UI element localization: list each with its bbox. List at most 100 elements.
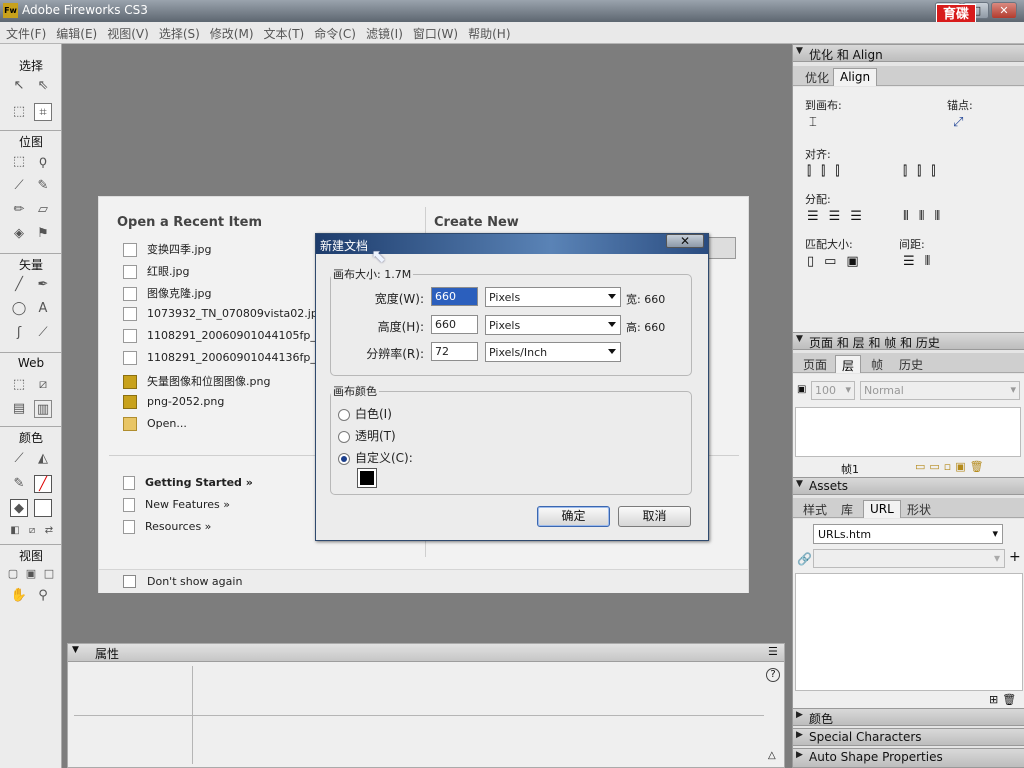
hide-slices-icon[interactable]: ▤ xyxy=(10,400,28,418)
auto-shape-panel-header[interactable]: Auto Shape Properties xyxy=(793,748,1024,768)
help-icon[interactable]: ? xyxy=(766,668,780,682)
distribute-vertical-icons[interactable]: ☰☰☰ xyxy=(807,209,872,224)
width-unit-select[interactable]: Pixels xyxy=(485,287,621,307)
resolution-unit-select[interactable]: Pixels/Inch xyxy=(485,342,621,362)
hotspot-tool-icon[interactable]: ⬚ xyxy=(10,376,28,394)
pointer-tool-icon[interactable]: ↖ xyxy=(10,77,28,95)
recent-item[interactable]: 1108291_20060901044105fp_829 xyxy=(123,329,337,343)
match-size-icons[interactable]: ▯▭▣ xyxy=(807,254,869,269)
menu-edit[interactable]: 编辑(E) xyxy=(51,22,102,42)
slice-tool-icon[interactable]: ⧄ xyxy=(34,376,52,394)
radio-white[interactable]: 白色(I) xyxy=(338,405,392,422)
menu-filters[interactable]: 滤镜(I) xyxy=(361,22,408,42)
getting-started-link[interactable]: Getting Started » xyxy=(123,476,253,490)
url-list[interactable] xyxy=(795,573,1023,691)
full-screen-menus-icon[interactable]: ▣ xyxy=(22,565,40,583)
tab-frames[interactable]: 帧 xyxy=(865,355,889,373)
layers-panel-header[interactable]: 页面 和 层 和 帧 和 历史 xyxy=(793,332,1024,350)
lasso-tool-icon[interactable]: ϙ xyxy=(34,153,52,171)
resources-link[interactable]: Resources » xyxy=(123,520,211,534)
radio-custom[interactable]: 自定义(C): xyxy=(338,449,413,466)
menu-select[interactable]: 选择(S) xyxy=(154,22,205,42)
menu-window[interactable]: 窗口(W) xyxy=(408,22,463,42)
paint-bucket-icon[interactable]: ◭ xyxy=(34,450,52,468)
custom-color-swatch[interactable] xyxy=(357,468,377,488)
marquee-tool-icon[interactable]: ⬚ xyxy=(10,153,28,171)
pen-tool-icon[interactable]: ✒ xyxy=(34,276,52,294)
recent-item[interactable]: 红眼.jpg xyxy=(123,263,190,279)
layers-list[interactable] xyxy=(795,407,1021,457)
url-library-select[interactable]: URLs.htm ▾ xyxy=(813,524,1003,544)
special-characters-panel-header[interactable]: Special Characters xyxy=(793,728,1024,746)
url-link-icon[interactable]: 🔗 xyxy=(797,552,812,566)
properties-title-bar[interactable]: ▼ 属性 ☰ xyxy=(68,644,784,662)
menu-file[interactable]: 文件(F) xyxy=(1,22,51,42)
height-input[interactable]: 660 xyxy=(431,315,478,334)
recent-item[interactable]: 1108291_20060901044136fp_829 xyxy=(123,351,337,365)
pencil-tool-icon[interactable]: ✏ xyxy=(10,201,28,219)
spacing-icons[interactable]: ☰⦀ xyxy=(903,254,940,269)
tab-optimize[interactable]: 优化 xyxy=(799,68,835,86)
line-tool-icon[interactable]: ╱ xyxy=(10,276,28,294)
brush-tool-icon[interactable]: ✎ xyxy=(34,177,52,195)
tab-history[interactable]: 历史 xyxy=(893,355,929,373)
menu-modify[interactable]: 修改(M) xyxy=(205,22,259,42)
tab-layers[interactable]: 层 xyxy=(835,355,862,373)
close-window-button[interactable]: ✕ xyxy=(991,2,1017,19)
no-stroke-fill-icon[interactable]: ⧄ xyxy=(23,522,41,540)
opacity-field[interactable]: 100 ▾ xyxy=(811,381,855,400)
hand-tool-icon[interactable]: ✋ xyxy=(10,587,28,605)
add-url-icon[interactable]: + xyxy=(1009,549,1021,565)
menu-help[interactable]: 帮助(H) xyxy=(463,22,515,42)
distribute-horizontal-icons[interactable]: ⦀⦀⦀ xyxy=(903,209,950,224)
recent-item[interactable]: 1073932_TN_070809vista02.jpg xyxy=(123,307,325,321)
colors-panel-header[interactable]: 颜色 xyxy=(793,708,1024,726)
show-slices-icon[interactable]: ▥ xyxy=(34,400,52,418)
menu-text[interactable]: 文本(T) xyxy=(259,22,310,42)
recent-item[interactable]: 变换四季.jpg xyxy=(123,241,212,257)
default-colors-icon[interactable]: ◧ xyxy=(6,522,24,540)
knife-tool-icon[interactable]: ⟋ xyxy=(34,324,52,342)
zoom-tool-icon[interactable]: ⚲ xyxy=(34,587,52,605)
tab-styles[interactable]: 样式 xyxy=(797,500,833,518)
text-tool-icon[interactable]: A xyxy=(34,300,52,318)
tab-library[interactable]: 库 xyxy=(835,500,859,518)
full-screen-icon[interactable]: □ xyxy=(40,565,58,583)
ellipse-tool-icon[interactable]: ◯ xyxy=(10,300,28,318)
ok-button[interactable]: 确定 xyxy=(537,506,610,527)
tab-align[interactable]: Align xyxy=(833,68,878,86)
url-action-icons[interactable]: ⊞🗑 xyxy=(989,693,1020,706)
url-input[interactable]: ▾ xyxy=(813,549,1005,568)
recent-item[interactable]: 图像克隆.jpg xyxy=(123,285,212,301)
scale-tool-icon[interactable]: ⬚ xyxy=(10,103,28,121)
to-canvas-icon[interactable]: ⌶ xyxy=(809,115,817,130)
new-features-link[interactable]: New Features » xyxy=(123,498,230,512)
crop-tool-icon[interactable]: ⌗ xyxy=(34,103,52,121)
fill-color-swatch[interactable] xyxy=(34,499,52,517)
menu-view[interactable]: 视图(V) xyxy=(102,22,154,42)
dialog-close-button[interactable]: ✕ xyxy=(666,234,704,248)
freeform-tool-icon[interactable]: ʃ xyxy=(10,324,28,342)
layer-action-icons[interactable]: ▭▭▫▣🗑 xyxy=(915,460,988,473)
expand-panel-icon[interactable]: △ xyxy=(768,750,776,761)
menu-commands[interactable]: 命令(C) xyxy=(309,22,361,42)
eyedropper-tool-icon[interactable]: ⟋ xyxy=(10,450,28,468)
eraser-tool-icon[interactable]: ▱ xyxy=(34,201,52,219)
width-input[interactable]: 660 xyxy=(431,287,478,306)
tab-pages[interactable]: 页面 xyxy=(797,355,833,373)
open-link[interactable]: Open... xyxy=(123,417,187,431)
subselect-tool-icon[interactable]: ⇖ xyxy=(34,77,52,95)
assets-panel-header[interactable]: Assets xyxy=(793,477,1024,495)
panel-options-icon[interactable]: ☰ xyxy=(768,645,778,658)
height-unit-select[interactable]: Pixels xyxy=(485,315,621,335)
standard-screen-icon[interactable]: ▢ xyxy=(4,565,22,583)
current-frame[interactable]: 帧1 xyxy=(841,461,859,477)
fill-color-icon[interactable]: ◆ xyxy=(10,499,28,517)
resolution-input[interactable]: 72 xyxy=(431,342,478,361)
stroke-color-icon[interactable]: ✎ xyxy=(10,475,28,493)
tab-url[interactable]: URL xyxy=(863,500,901,518)
recent-item[interactable]: 矢量图像和位图图像.png xyxy=(123,373,270,389)
magic-wand-icon[interactable]: ⟋ xyxy=(10,177,28,195)
rubber-stamp-icon[interactable]: ⚑ xyxy=(34,225,52,243)
blend-mode-select[interactable]: Normal ▾ xyxy=(860,381,1020,400)
